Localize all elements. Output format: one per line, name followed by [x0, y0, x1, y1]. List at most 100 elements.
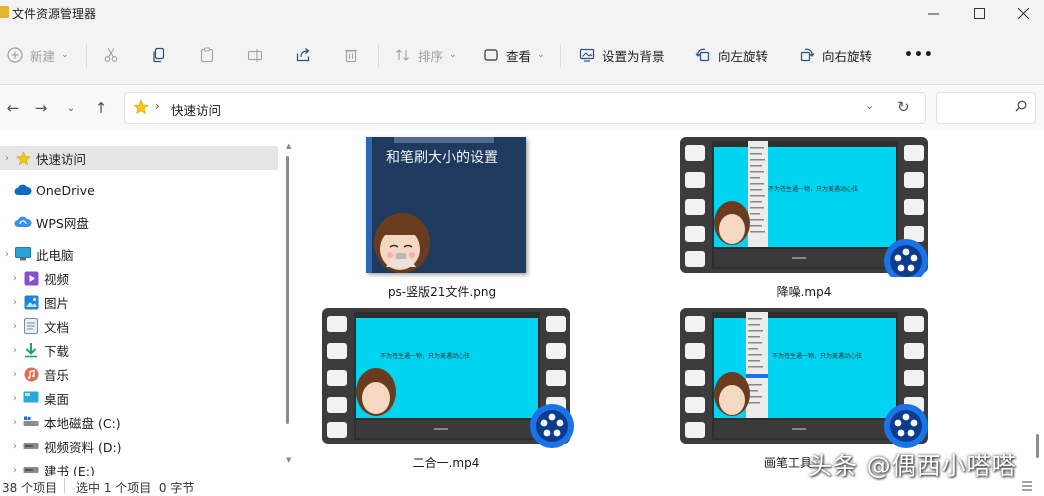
rotate-right-button[interactable]: 向右旋转: [798, 26, 872, 84]
folder-app-icon: [0, 6, 9, 18]
sidebar-item-wps-cloud[interactable]: WPS网盘: [0, 210, 278, 234]
cut-button[interactable]: [102, 26, 120, 84]
maximize-icon: [973, 7, 985, 19]
sidebar-item-label: 快速访问: [36, 151, 87, 167]
command-bar: 新建 ⌄ 排序 ⌄ 查看 ⌄ 设置为背景 向左旋转 向右旋转 •••: [0, 26, 1044, 85]
scrollbar-thumb[interactable]: [1036, 434, 1039, 458]
share-button[interactable]: [294, 26, 312, 84]
address-row: ← → ⌄ ↑ › 快速访问 ⌄ ↻: [0, 85, 1044, 131]
sidebar-item-pictures[interactable]: › 图片: [0, 290, 278, 314]
file-name: 画笔工具: [764, 456, 813, 470]
video-thumbnail: [680, 137, 928, 277]
music-icon: [22, 366, 40, 382]
back-button[interactable]: ←: [0, 85, 26, 131]
download-icon: [22, 342, 40, 358]
paste-button[interactable]: [198, 26, 216, 84]
address-bar[interactable]: › 快速访问 ⌄ ↻: [124, 92, 926, 124]
sidebar-item-drive-c[interactable]: › 本地磁盘 (C:): [0, 410, 278, 434]
chevron-right-icon[interactable]: ›: [8, 441, 22, 452]
search-icon[interactable]: [1015, 100, 1027, 115]
drive-icon: [22, 438, 40, 454]
video-thumbnail: [680, 308, 928, 448]
sidebar-item-downloads[interactable]: › 下载: [0, 338, 278, 362]
sidebar-item-videos[interactable]: › 视频: [0, 266, 278, 290]
breadcrumb-quick-access[interactable]: 快速访问: [171, 100, 221, 119]
forward-button[interactable]: →: [28, 85, 54, 131]
scroll-up-arrow-icon[interactable]: ▲: [286, 142, 291, 150]
maximize-button[interactable]: [956, 0, 1002, 26]
sidebar-item-music[interactable]: › 音乐: [0, 362, 278, 386]
minimize-button[interactable]: [910, 0, 956, 26]
chevron-right-icon[interactable]: ›: [8, 393, 22, 404]
sidebar-item-this-pc[interactable]: › 此电脑: [0, 242, 278, 266]
sidebar-item-label: 本地磁盘 (C:): [44, 415, 121, 431]
rotate-left-icon: [694, 46, 712, 64]
new-label: 新建: [30, 48, 56, 64]
file-item[interactable]: 和笔刷大小的设置 ps-竖版21文件.png: [358, 137, 528, 309]
sidebar-scrollbar[interactable]: ▲ ▼: [286, 142, 292, 464]
sidebar-item-label: 视频资料 (D:): [44, 439, 122, 455]
sort-button[interactable]: 排序 ⌄: [394, 26, 457, 84]
copy-button[interactable]: [150, 26, 168, 84]
sidebar-item-quick-access[interactable]: › 快速访问: [0, 146, 278, 170]
file-name: ps-竖版21文件.png: [387, 285, 497, 299]
recent-locations-button[interactable]: ⌄: [58, 85, 84, 131]
window-title: 文件资源管理器: [12, 7, 97, 21]
sidebar-item-documents[interactable]: › 文档: [0, 314, 278, 338]
chevron-right-icon[interactable]: ›: [8, 345, 22, 356]
more-options-button[interactable]: •••: [904, 26, 934, 84]
chevron-right-icon[interactable]: ›: [8, 465, 22, 476]
scroll-down-arrow-icon[interactable]: ▼: [286, 456, 291, 464]
content-scrollbar[interactable]: [1036, 140, 1040, 470]
arrow-right-icon: →: [34, 99, 48, 117]
set-background-button[interactable]: 设置为背景: [578, 26, 665, 84]
new-button[interactable]: 新建 ⌄: [6, 26, 69, 84]
video-overlay-text: 不为苍生通一物，只为美遇动心弦: [772, 353, 863, 360]
file-item[interactable]: 不为苍生通一物，只为美遇动心弦 降噪.mp4: [680, 137, 936, 309]
chevron-right-icon[interactable]: ›: [8, 273, 22, 284]
divider: [64, 478, 65, 493]
star-icon: [133, 99, 149, 118]
close-icon: [1017, 7, 1029, 19]
refresh-icon[interactable]: ↻: [897, 98, 910, 116]
arrow-left-icon: ←: [6, 99, 20, 117]
cartoon-face-icon: [374, 213, 430, 273]
watermark: 头条 @偶西小嗒嗒: [808, 452, 1017, 480]
file-item[interactable]: 不为苍生通一物，只为美遇动心弦 二合一.mp4: [322, 308, 578, 476]
search-input[interactable]: [941, 97, 1013, 119]
picture-folder-icon: [22, 294, 40, 310]
wps-cloud-icon: [14, 214, 32, 230]
divider: [86, 44, 87, 68]
close-button[interactable]: [1000, 0, 1044, 26]
rotate-left-button[interactable]: 向左旋转: [694, 26, 768, 84]
video-overlay-text: 不为苍生通一物，只为美遇动心弦: [768, 186, 859, 193]
chevron-right-icon[interactable]: ›: [8, 369, 22, 380]
rotate-right-label: 向右旋转: [822, 48, 873, 64]
search-box[interactable]: [936, 92, 1036, 124]
rotate-right-icon: [798, 46, 816, 64]
scrollbar-thumb[interactable]: [286, 156, 289, 424]
chevron-right-icon[interactable]: ›: [0, 153, 14, 164]
rename-button[interactable]: [246, 26, 264, 84]
chevron-right-icon[interactable]: ›: [8, 417, 22, 428]
chevron-right-icon[interactable]: ›: [8, 321, 22, 332]
sidebar-item-drive-d[interactable]: › 视频资料 (D:): [0, 434, 278, 458]
chevron-right-icon[interactable]: ›: [8, 297, 22, 308]
sidebar-item-label: 桌面: [44, 391, 70, 407]
divider: [378, 44, 379, 68]
wallpaper-icon: [578, 46, 596, 64]
sidebar-item-onedrive[interactable]: OneDrive: [0, 178, 278, 202]
item-count: 38 个项目: [2, 481, 58, 495]
details-view-icon[interactable]: [1022, 480, 1032, 494]
delete-button[interactable]: [342, 26, 360, 84]
selection-info: 选中 1 个项目 0 字节: [76, 481, 195, 495]
file-name: 二合一.mp4: [412, 456, 480, 470]
chevron-down-icon[interactable]: ⌄: [865, 99, 874, 112]
chevron-right-icon[interactable]: ›: [0, 249, 14, 260]
sidebar-item-desktop[interactable]: › 桌面: [0, 386, 278, 410]
up-button[interactable]: ↑: [88, 85, 114, 131]
clipboard-icon: [198, 46, 216, 64]
view-label: 查看: [506, 48, 532, 64]
view-button[interactable]: 查看 ⌄: [482, 26, 545, 84]
sidebar-item-label: WPS网盘: [36, 215, 89, 231]
